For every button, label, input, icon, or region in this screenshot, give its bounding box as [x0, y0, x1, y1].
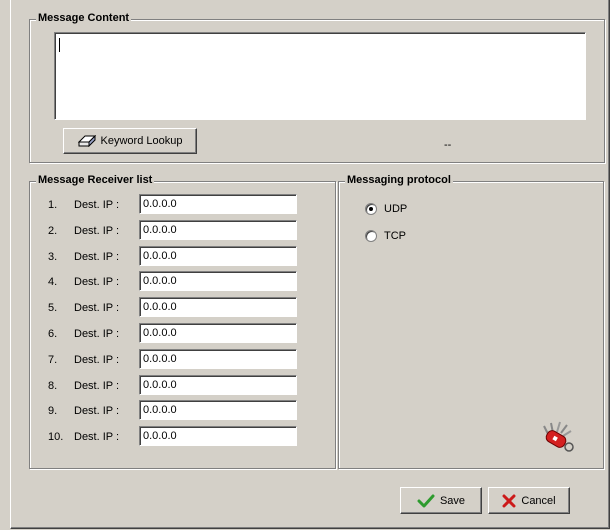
red-x-icon	[502, 494, 516, 508]
dest-ip-input[interactable]: 0.0.0.0	[139, 400, 297, 421]
receiver-row-number: 1.	[48, 199, 58, 211]
dest-ip-label: Dest. IP :	[74, 328, 120, 340]
dest-ip-input[interactable]: 0.0.0.0	[139, 323, 297, 343]
receiver-row: 2. Dest. IP : 0.0.0.0	[30, 219, 310, 242]
cancel-label: Cancel	[521, 494, 556, 507]
receiver-row: 1. Dest. IP : 0.0.0.0	[30, 194, 310, 216]
messaging-protocol-group: Messaging protocol UDP TCP	[338, 174, 604, 469]
dest-ip-input[interactable]: 0.0.0.0	[139, 194, 297, 214]
text-caret	[59, 38, 60, 52]
receiver-row-number: 6.	[48, 328, 58, 340]
keyword-lookup-label: Keyword Lookup	[100, 135, 183, 147]
receiver-row: 8. Dest. IP : 0.0.0.0	[30, 374, 310, 397]
save-button[interactable]: Save	[400, 487, 482, 514]
radio-udp-label: UDP	[384, 203, 408, 215]
receiver-row: 6. Dest. IP : 0.0.0.0	[30, 323, 310, 345]
dest-ip-input[interactable]: 0.0.0.0	[139, 426, 297, 447]
radio-udp-circle[interactable]	[365, 203, 377, 215]
message-content-textarea[interactable]	[54, 32, 586, 120]
radio-udp[interactable]: UDP	[365, 201, 407, 217]
receiver-row-number: 8.	[48, 379, 58, 392]
receiver-row-number: 3.	[48, 250, 58, 263]
receiver-row-number: 4.	[48, 276, 58, 289]
dest-ip-label: Dest. IP :	[74, 250, 120, 263]
cancel-button[interactable]: Cancel	[488, 487, 570, 514]
receiver-row: 5. Dest. IP : 0.0.0.0	[30, 297, 310, 319]
radio-tcp-circle[interactable]	[365, 230, 377, 242]
messaging-protocol-legend: Messaging protocol	[345, 174, 453, 186]
receiver-row: 3. Dest. IP : 0.0.0.0	[30, 245, 310, 268]
dest-ip-label: Dest. IP :	[74, 353, 120, 366]
save-label: Save	[439, 494, 466, 507]
dest-ip-label: Dest. IP :	[74, 405, 120, 418]
receiver-list-group: Message Receiver list 1. Dest. IP : 0.0.0.…	[29, 174, 336, 469]
radio-tcp-label: TCP	[384, 230, 406, 242]
receiver-list-legend: Message Receiver list	[36, 174, 155, 186]
swiss-knife-icon	[541, 420, 577, 457]
receiver-row: 4. Dest. IP : 0.0.0.0	[30, 271, 310, 293]
dest-ip-input[interactable]: 0.0.0.0	[139, 297, 297, 318]
dest-ip-label: Dest. IP :	[74, 224, 120, 237]
dest-ip-label: Dest. IP :	[74, 276, 120, 289]
dest-ip-input[interactable]: 0.0.0.0	[139, 219, 297, 240]
receiver-row-number: 7.	[48, 353, 58, 366]
receiver-row: 7. Dest. IP : 0.0.0.0	[30, 348, 310, 371]
receiver-row-number: 10.	[48, 431, 64, 444]
checkmark-icon	[417, 494, 435, 508]
dest-ip-label: Dest. IP :	[74, 302, 120, 315]
dest-ip-input[interactable]: 0.0.0.0	[139, 271, 297, 292]
dest-ip-input[interactable]: 0.0.0.0	[139, 374, 297, 395]
dest-ip-label: Dest. IP :	[74, 431, 120, 444]
receiver-row-number: 2.	[48, 224, 58, 237]
dialog-window: Message Content Keyword Lookup -- Messag…	[10, 0, 610, 529]
message-status: --	[444, 139, 452, 151]
receiver-row-number: 9.	[48, 405, 58, 418]
receiver-row: 10. Dest. IP : 0.0.0.0	[30, 426, 310, 448]
message-content-legend: Message Content	[36, 12, 132, 24]
receiver-row: 9. Dest. IP : 0.0.0.0	[30, 400, 310, 422]
dest-ip-label: Dest. IP :	[74, 199, 120, 211]
receiver-rows: 1. Dest. IP :0.0.0.0 2. Dest. IP :0.0.0.0 3.…	[30, 194, 330, 464]
dest-ip-label: Dest. IP :	[74, 379, 120, 392]
keyword-lookup-button[interactable]: Keyword Lookup	[63, 128, 197, 154]
radio-tcp[interactable]: TCP	[365, 228, 406, 244]
dest-ip-input[interactable]: 0.0.0.0	[139, 245, 297, 266]
receiver-row-number: 5.	[48, 302, 58, 315]
eraser-icon	[77, 135, 96, 147]
dest-ip-input[interactable]: 0.0.0.0	[139, 348, 297, 369]
